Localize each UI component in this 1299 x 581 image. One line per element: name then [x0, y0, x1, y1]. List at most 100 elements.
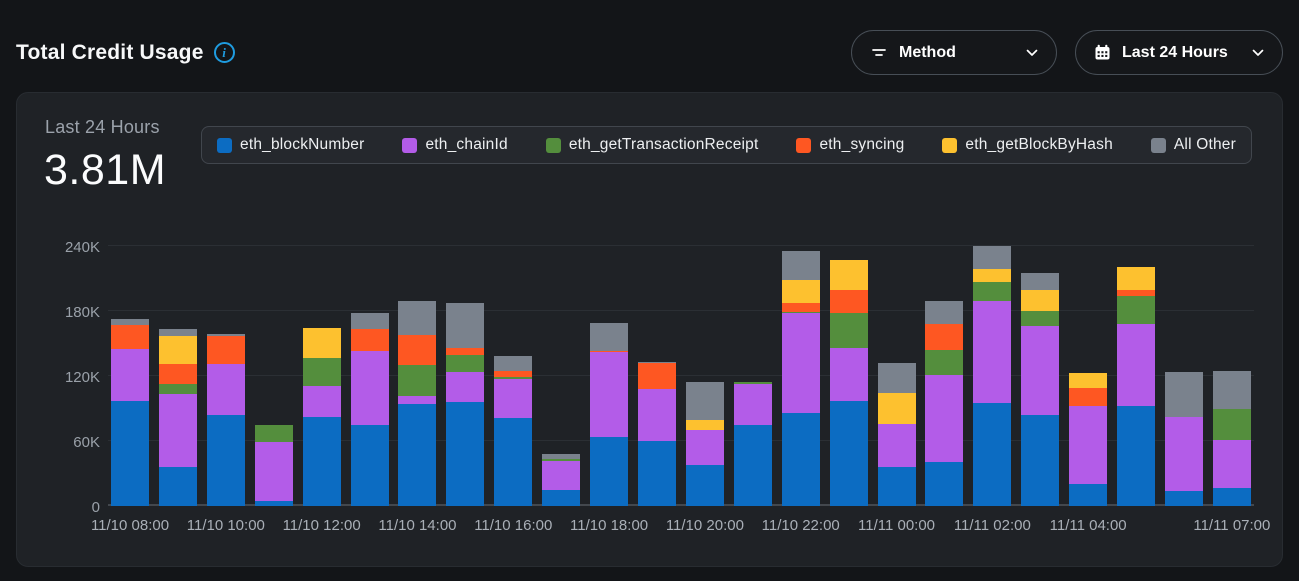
- bar-segment-eth_getTransactionReceipt[interactable]: [925, 350, 963, 375]
- legend-item-All Other[interactable]: All Other: [1151, 136, 1236, 154]
- bar-segment-eth_chainId[interactable]: [207, 364, 245, 415]
- bar-segment-eth_chainId[interactable]: [1117, 324, 1155, 406]
- bar-segment-eth_chainId[interactable]: [878, 424, 916, 467]
- bar-segment-eth_blockNumber[interactable]: [446, 402, 484, 506]
- bar-segment-eth_chainId[interactable]: [590, 352, 628, 437]
- bar-segment-eth_chainId[interactable]: [638, 389, 676, 441]
- bar-segment-eth_chainId[interactable]: [973, 301, 1011, 403]
- bar-segment-eth_getBlockByHash[interactable]: [973, 269, 1011, 282]
- bar-segment-eth_blockNumber[interactable]: [1165, 491, 1203, 506]
- bar-segment-eth_chainId[interactable]: [398, 396, 436, 405]
- bar-segment-eth_blockNumber[interactable]: [638, 441, 676, 506]
- bar-segment-eth_chainId[interactable]: [1213, 440, 1251, 488]
- time-range-dropdown[interactable]: Last 24 Hours: [1075, 30, 1283, 75]
- bar-segment-All Other[interactable]: [398, 301, 436, 335]
- bar-segment-eth_syncing[interactable]: [159, 364, 197, 384]
- bar-segment-All Other[interactable]: [925, 301, 963, 324]
- bar-segment-eth_getBlockByHash[interactable]: [830, 260, 868, 290]
- bar-11/10 13:00[interactable]: [351, 313, 389, 506]
- bar-segment-eth_getBlockByHash[interactable]: [159, 336, 197, 364]
- bar-segment-All Other[interactable]: [1021, 273, 1059, 290]
- bar-segment-eth_blockNumber[interactable]: [1117, 406, 1155, 506]
- bar-segment-eth_blockNumber[interactable]: [925, 462, 963, 506]
- bar-segment-eth_syncing[interactable]: [446, 348, 484, 356]
- bar-segment-eth_blockNumber[interactable]: [303, 417, 341, 506]
- bar-segment-All Other[interactable]: [782, 251, 820, 279]
- bar-11/10 17:00[interactable]: [542, 454, 580, 506]
- bar-segment-eth_getTransactionReceipt[interactable]: [973, 282, 1011, 302]
- bar-segment-eth_blockNumber[interactable]: [398, 404, 436, 506]
- bar-segment-eth_chainId[interactable]: [782, 313, 820, 413]
- bar-segment-All Other[interactable]: [1165, 372, 1203, 418]
- bar-11/10 18:00[interactable]: [590, 323, 628, 506]
- bar-segment-eth_blockNumber[interactable]: [590, 437, 628, 506]
- bar-11/10 10:00[interactable]: [207, 334, 245, 506]
- bar-segment-eth_blockNumber[interactable]: [255, 501, 293, 506]
- bar-segment-eth_getBlockByHash[interactable]: [782, 280, 820, 304]
- bar-segment-eth_syncing[interactable]: [1069, 388, 1107, 406]
- bar-11/11 06:00[interactable]: [1165, 372, 1203, 506]
- bar-segment-eth_getBlockByHash[interactable]: [303, 328, 341, 357]
- bar-segment-eth_blockNumber[interactable]: [782, 413, 820, 506]
- bar-11/11 04:00[interactable]: [1069, 373, 1107, 506]
- bar-segment-All Other[interactable]: [686, 382, 724, 420]
- bar-segment-eth_syncing[interactable]: [351, 329, 389, 351]
- bar-segment-eth_blockNumber[interactable]: [734, 425, 772, 506]
- legend-item-eth_syncing[interactable]: eth_syncing: [796, 136, 904, 154]
- bar-segment-eth_chainId[interactable]: [734, 384, 772, 425]
- bar-segment-eth_syncing[interactable]: [925, 324, 963, 350]
- bar-segment-eth_getTransactionReceipt[interactable]: [830, 313, 868, 348]
- bar-segment-eth_getTransactionReceipt[interactable]: [446, 355, 484, 371]
- legend-item-eth_getBlockByHash[interactable]: eth_getBlockByHash: [942, 136, 1113, 154]
- bar-segment-All Other[interactable]: [1213, 371, 1251, 409]
- bar-11/11 05:00[interactable]: [1117, 267, 1155, 506]
- bar-11/10 15:00[interactable]: [446, 303, 484, 506]
- bar-11/11 00:00[interactable]: [878, 363, 916, 506]
- bar-11/10 08:00[interactable]: [111, 319, 149, 506]
- bar-segment-eth_chainId[interactable]: [1021, 326, 1059, 415]
- bar-segment-eth_getTransactionReceipt[interactable]: [159, 384, 197, 395]
- bar-segment-All Other[interactable]: [494, 356, 532, 370]
- bar-segment-eth_blockNumber[interactable]: [1021, 415, 1059, 506]
- method-filter-dropdown[interactable]: Method: [851, 30, 1057, 75]
- bar-segment-All Other[interactable]: [351, 313, 389, 329]
- bar-segment-eth_syncing[interactable]: [782, 303, 820, 312]
- legend-item-eth_getTransactionReceipt[interactable]: eth_getTransactionReceipt: [546, 136, 759, 154]
- bar-segment-eth_chainId[interactable]: [303, 386, 341, 417]
- bar-segment-eth_blockNumber[interactable]: [542, 490, 580, 506]
- legend-item-eth_chainId[interactable]: eth_chainId: [402, 136, 507, 154]
- bar-segment-eth_chainId[interactable]: [542, 461, 580, 490]
- bar-segment-eth_syncing[interactable]: [638, 363, 676, 389]
- bar-11/10 20:00[interactable]: [686, 382, 724, 506]
- bar-11/10 22:00[interactable]: [782, 251, 820, 506]
- bar-11/10 12:00[interactable]: [303, 328, 341, 506]
- bar-segment-eth_blockNumber[interactable]: [159, 467, 197, 506]
- bar-segment-eth_getBlockByHash[interactable]: [878, 393, 916, 423]
- bar-segment-eth_syncing[interactable]: [207, 336, 245, 364]
- bar-segment-eth_syncing[interactable]: [111, 325, 149, 349]
- bar-segment-eth_chainId[interactable]: [255, 442, 293, 501]
- bar-segment-All Other[interactable]: [446, 303, 484, 347]
- bar-segment-eth_blockNumber[interactable]: [973, 403, 1011, 506]
- bar-segment-eth_blockNumber[interactable]: [878, 467, 916, 506]
- bar-segment-All Other[interactable]: [590, 323, 628, 351]
- bar-segment-eth_getTransactionReceipt[interactable]: [1021, 311, 1059, 326]
- bar-segment-eth_chainId[interactable]: [830, 348, 868, 401]
- bar-segment-eth_getBlockByHash[interactable]: [1021, 290, 1059, 311]
- bar-11/10 09:00[interactable]: [159, 329, 197, 506]
- bar-11/10 21:00[interactable]: [734, 382, 772, 506]
- bar-11/11 02:00[interactable]: [973, 246, 1011, 506]
- bar-segment-eth_getBlockByHash[interactable]: [1069, 373, 1107, 388]
- bar-segment-eth_syncing[interactable]: [398, 335, 436, 365]
- bar-segment-eth_blockNumber[interactable]: [1069, 484, 1107, 506]
- bar-segment-eth_chainId[interactable]: [159, 394, 197, 467]
- bar-segment-eth_chainId[interactable]: [1069, 406, 1107, 484]
- bar-11/11 01:00[interactable]: [925, 301, 963, 506]
- bar-segment-eth_getBlockByHash[interactable]: [1117, 267, 1155, 291]
- bar-segment-All Other[interactable]: [973, 246, 1011, 269]
- bar-segment-eth_chainId[interactable]: [686, 430, 724, 465]
- bar-segment-eth_getTransactionReceipt[interactable]: [303, 358, 341, 386]
- bar-segment-eth_getTransactionReceipt[interactable]: [255, 425, 293, 442]
- bar-11/11 07:00[interactable]: [1213, 371, 1251, 506]
- bar-segment-eth_blockNumber[interactable]: [351, 425, 389, 506]
